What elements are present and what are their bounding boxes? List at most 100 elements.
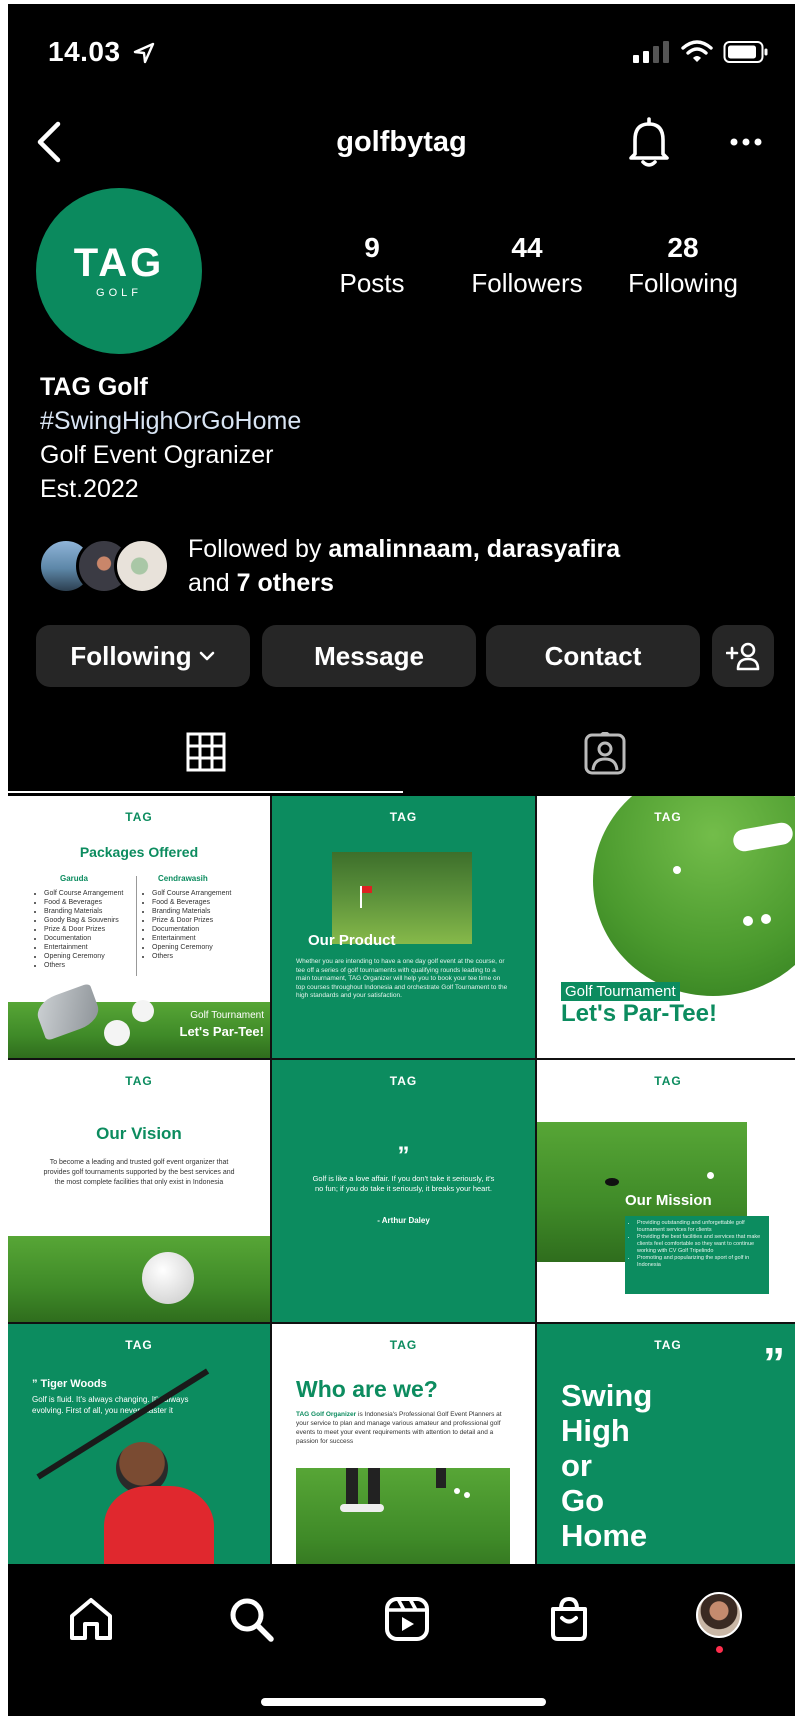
mission-item: Promoting and popularizing the sport of … bbox=[637, 1255, 763, 1269]
chevron-down-icon bbox=[199, 651, 214, 661]
divider bbox=[136, 876, 137, 976]
logo-text: TAG bbox=[73, 241, 165, 285]
golf-ball-image bbox=[132, 1000, 154, 1022]
suggest-people-button[interactable] bbox=[712, 625, 774, 687]
profile-name: TAG Golf bbox=[40, 373, 148, 401]
message-button-label: Message bbox=[314, 640, 424, 671]
profile-avatar-logo[interactable]: TAG GOLF bbox=[36, 188, 202, 354]
package-item: Branding Materials bbox=[44, 907, 131, 916]
bell-icon[interactable] bbox=[626, 116, 672, 168]
post-quote-arthur-daley[interactable]: TAG ” Golf is like a love affair. If you… bbox=[272, 1060, 535, 1322]
package-list: Golf Course Arrangement Food & Beverages… bbox=[36, 889, 131, 970]
grass-image: Golf Tournament Let's Par-Tee! bbox=[8, 982, 270, 1058]
post-logo: TAG bbox=[389, 1338, 418, 1352]
followed-by-others: 7 others bbox=[236, 569, 334, 597]
post-who-are-we[interactable]: TAG Who are we? TAG Golf Organizer is In… bbox=[272, 1324, 535, 1586]
post-logo: TAG bbox=[125, 810, 153, 824]
stat-posts-label: Posts bbox=[339, 268, 405, 298]
package-garuda: Garuda Golf Course Arrangement Food & Be… bbox=[36, 874, 131, 970]
post-body: TAG Golf Organizer is Indonesia's Profes… bbox=[296, 1410, 510, 1446]
stat-following-label: Following bbox=[628, 268, 738, 298]
post-title: Our Mission bbox=[625, 1192, 712, 1209]
search-icon[interactable] bbox=[226, 1594, 276, 1644]
stat-followers-value: 44 bbox=[511, 232, 543, 263]
golf-ball-image bbox=[464, 1492, 470, 1498]
post-body: To become a leading and trusted golf eve… bbox=[43, 1159, 235, 1186]
package-item: Others bbox=[152, 952, 259, 961]
followed-by-users: amalinnaam, darasyafira bbox=[328, 535, 621, 563]
add-person-icon bbox=[726, 642, 760, 671]
golfer-leg-image bbox=[368, 1468, 380, 1506]
post-caption-small: Golf Tournament bbox=[190, 1010, 264, 1021]
home-icon[interactable] bbox=[66, 1594, 116, 1644]
post-title: Who are we? bbox=[296, 1376, 438, 1402]
post-our-vision[interactable]: TAG Our Vision To become a leading and t… bbox=[8, 1060, 270, 1322]
package-item: Prize & Door Prizes bbox=[44, 925, 131, 934]
post-title: Our Vision bbox=[96, 1124, 182, 1143]
slogan-line: Go bbox=[561, 1483, 605, 1518]
package-item: Documentation bbox=[44, 934, 131, 943]
profile-bio: TAG Golf #SwingHighOrGoHome Golf Event O… bbox=[40, 370, 301, 506]
reels-icon[interactable] bbox=[382, 1594, 432, 1644]
status-time-text: 14.03 bbox=[48, 36, 121, 67]
followed-by-prefix: Followed by bbox=[188, 535, 329, 563]
post-lets-par-tee[interactable]: TAG Golf Tournament Let's Par-Tee! bbox=[537, 796, 795, 1058]
golf-ball-image bbox=[707, 1172, 714, 1179]
followed-by[interactable]: Followed by amalinnaam, darasyafira and … bbox=[38, 532, 620, 600]
post-our-mission[interactable]: TAG Our Mission Providing outstanding an… bbox=[537, 1060, 795, 1322]
post-quote-tiger-woods[interactable]: TAG ” Tiger Woods Golf is fluid. It's al… bbox=[8, 1324, 270, 1586]
contact-button-label: Contact bbox=[544, 640, 642, 671]
post-caption-small: Golf Tournament bbox=[561, 982, 680, 1001]
stat-followers[interactable]: 44 Followers bbox=[452, 232, 602, 299]
screen: 14.03 golfbytag TAG GOLF 9 Posts 44 Foll… bbox=[8, 4, 795, 1716]
stat-following[interactable]: 28 Following bbox=[608, 232, 758, 299]
putting-green-photo bbox=[593, 796, 795, 996]
golf-ball-image bbox=[673, 866, 681, 874]
package-item: Golf Course Arrangement bbox=[152, 889, 259, 898]
post-title: Our Product bbox=[308, 932, 396, 949]
golf-club-image bbox=[32, 982, 104, 1042]
slogan-line: High bbox=[561, 1413, 630, 1448]
package-item: Documentation bbox=[152, 925, 259, 934]
tagged-tab-icon[interactable] bbox=[583, 732, 627, 776]
mission-list: Providing outstanding and unforgettable … bbox=[631, 1220, 763, 1269]
message-button[interactable]: Message bbox=[262, 625, 476, 687]
active-tab-indicator bbox=[8, 791, 403, 793]
package-item: Entertainment bbox=[152, 934, 259, 943]
wifi-icon bbox=[681, 40, 713, 62]
post-title: ” Tiger Woods bbox=[32, 1378, 107, 1390]
contact-button[interactable]: Contact bbox=[486, 625, 700, 687]
post-caption-big: Let's Par-Tee! bbox=[561, 1000, 717, 1027]
package-item: Food & Beverages bbox=[152, 898, 259, 907]
bio-hashtag[interactable]: #SwingHighOrGoHome bbox=[40, 404, 301, 438]
more-options-icon[interactable] bbox=[726, 132, 766, 152]
post-swing-high[interactable]: TAG ” Swing High or Go Home bbox=[537, 1324, 795, 1586]
quote-text: Golf is fluid. It's always changing. It'… bbox=[32, 1395, 189, 1415]
quote-mark-icon: ” bbox=[397, 1142, 410, 1169]
bottom-nav bbox=[8, 1564, 795, 1716]
stat-following-value: 28 bbox=[667, 232, 699, 263]
slogan: Swing High or Go Home bbox=[561, 1378, 652, 1553]
shop-icon[interactable] bbox=[544, 1594, 594, 1644]
followed-by-and: and bbox=[188, 569, 237, 597]
stat-posts[interactable]: 9 Posts bbox=[312, 232, 432, 299]
profile-username-title: golfbytag bbox=[336, 126, 467, 158]
grid-tab-icon[interactable] bbox=[186, 732, 226, 772]
slogan-line: Home bbox=[561, 1518, 648, 1553]
golf-ball-image bbox=[761, 914, 771, 924]
package-cendrawasih: Cendrawasih Golf Course Arrangement Food… bbox=[144, 874, 259, 961]
profile-avatar[interactable] bbox=[696, 1592, 742, 1638]
package-list: Golf Course Arrangement Food & Beverages… bbox=[144, 889, 259, 961]
following-button[interactable]: Following bbox=[36, 625, 250, 687]
notification-dot bbox=[716, 1646, 723, 1653]
package-item: Others bbox=[44, 961, 131, 970]
post-logo: TAG bbox=[654, 810, 682, 824]
package-item: Opening Ceremony bbox=[44, 952, 131, 961]
post-logo: TAG bbox=[654, 1074, 682, 1088]
package-item: Opening Ceremony bbox=[152, 943, 259, 952]
golf-ball-image bbox=[743, 916, 753, 926]
post-our-product[interactable]: TAG Our Product Whether you are intendin… bbox=[272, 796, 535, 1058]
golf-hole-image bbox=[605, 1178, 619, 1186]
package-item: Prize & Door Prizes bbox=[152, 916, 259, 925]
post-packages-offered[interactable]: TAG Packages Offered Garuda Golf Course … bbox=[8, 796, 270, 1058]
